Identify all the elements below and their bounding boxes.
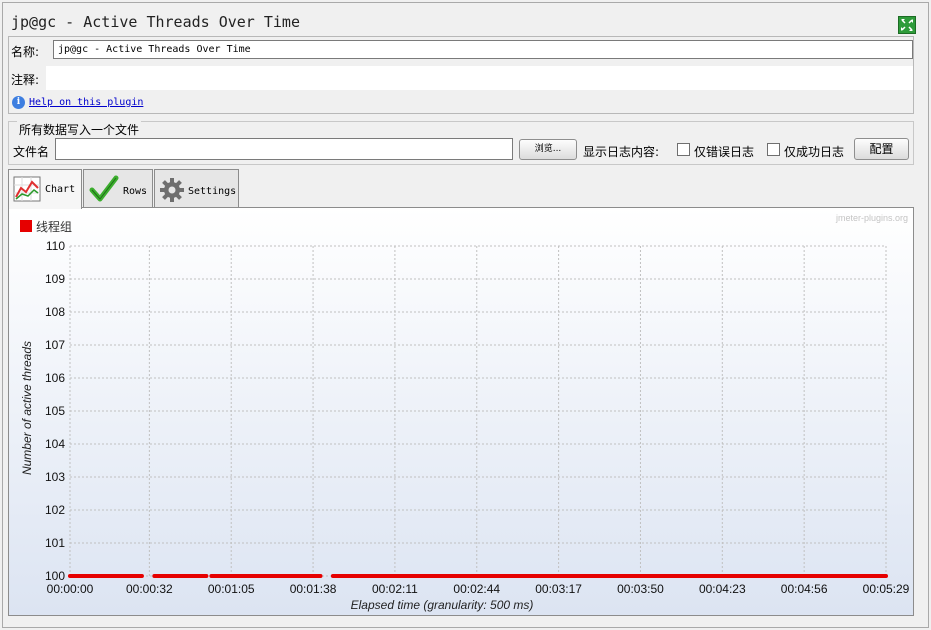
x-tick-label: 00:00:00 <box>47 582 94 596</box>
name-label: 名称: <box>11 45 40 59</box>
legend-label: 线程组 <box>36 219 72 234</box>
y-tick-label: 110 <box>46 239 65 253</box>
file-section-legend: 所有数据写入一个文件 <box>17 121 142 138</box>
y-tick-label: 102 <box>45 503 65 517</box>
x-tick-label: 00:04:23 <box>699 582 746 596</box>
tab-chart-label: Chart <box>45 184 76 195</box>
x-tick-label: 00:01:38 <box>290 582 337 596</box>
window-title: jp@gc - Active Threads Over Time <box>11 13 300 31</box>
expand-icon[interactable] <box>898 16 916 34</box>
chart-icon <box>13 176 41 202</box>
y-tick-label: 103 <box>45 470 65 484</box>
x-tick-label: 00:05:29 <box>863 582 910 596</box>
log-content-label: 显示日志内容: <box>583 145 660 159</box>
tab-settings[interactable]: Settings <box>154 169 239 207</box>
file-name-input[interactable] <box>55 138 513 160</box>
watermark: jmeter-plugins.org <box>835 213 908 223</box>
x-tick-label: 00:02:44 <box>453 582 500 596</box>
comment-input[interactable] <box>46 66 913 90</box>
y-tick-label: 105 <box>45 404 65 418</box>
tab-rows-label: Rows <box>123 186 148 197</box>
info-icon: i <box>12 96 25 109</box>
y-tick-label: 106 <box>45 371 65 385</box>
name-input[interactable]: jp@gc - Active Threads Over Time <box>53 40 913 59</box>
y-tick-label: 100 <box>45 569 65 583</box>
success-only-checkbox[interactable] <box>767 143 780 156</box>
errors-only-checkbox[interactable] <box>677 143 690 156</box>
x-tick-label: 00:03:17 <box>535 582 582 596</box>
tab-settings-label: Settings <box>188 186 237 197</box>
legend-swatch <box>20 220 32 232</box>
active-threads-chart: 100 101 102 103 104 105 106 107 108 109 110 00:00:0… <box>9 208 913 615</box>
write-to-file-panel: 所有数据写入一个文件 文件名 浏览... 显示日志内容: 仅错误日志 仅成功日志… <box>8 121 914 165</box>
x-axis-title: Elapsed time (granularity: 500 ms) <box>351 598 534 612</box>
gear-icon <box>160 178 184 202</box>
chart-background <box>9 208 913 615</box>
y-tick-label: 107 <box>45 338 65 352</box>
x-tick-label: 00:03:50 <box>617 582 664 596</box>
comment-label: 注释: <box>11 73 40 87</box>
x-tick-label: 00:02:11 <box>372 582 418 596</box>
file-name-label: 文件名 <box>13 145 50 159</box>
name-comment-panel: 名称: jp@gc - Active Threads Over Time 注释:… <box>8 36 914 114</box>
browse-button[interactable]: 浏览... <box>519 139 577 160</box>
tab-rows[interactable]: Rows <box>83 169 153 207</box>
y-tick-label: 108 <box>45 305 65 319</box>
tab-chart[interactable]: Chart <box>8 169 82 209</box>
x-tick-label: 00:01:05 <box>208 582 255 596</box>
checkmark-icon <box>89 175 119 202</box>
errors-only-label: 仅错误日志 <box>694 145 755 159</box>
x-tick-label: 00:04:56 <box>781 582 828 596</box>
help-link[interactable]: Help on this plugin <box>29 97 143 108</box>
configure-button[interactable]: 配置 <box>854 138 909 160</box>
x-tick-label: 00:00:32 <box>126 582 173 596</box>
success-only-label: 仅成功日志 <box>784 145 845 159</box>
y-tick-label: 101 <box>45 536 65 550</box>
chart-panel: 100 101 102 103 104 105 106 107 108 109 110 00:00:0… <box>8 207 914 616</box>
y-tick-label: 109 <box>45 272 65 286</box>
y-tick-label: 104 <box>45 437 65 451</box>
y-axis-title: Number of active threads <box>20 341 34 475</box>
